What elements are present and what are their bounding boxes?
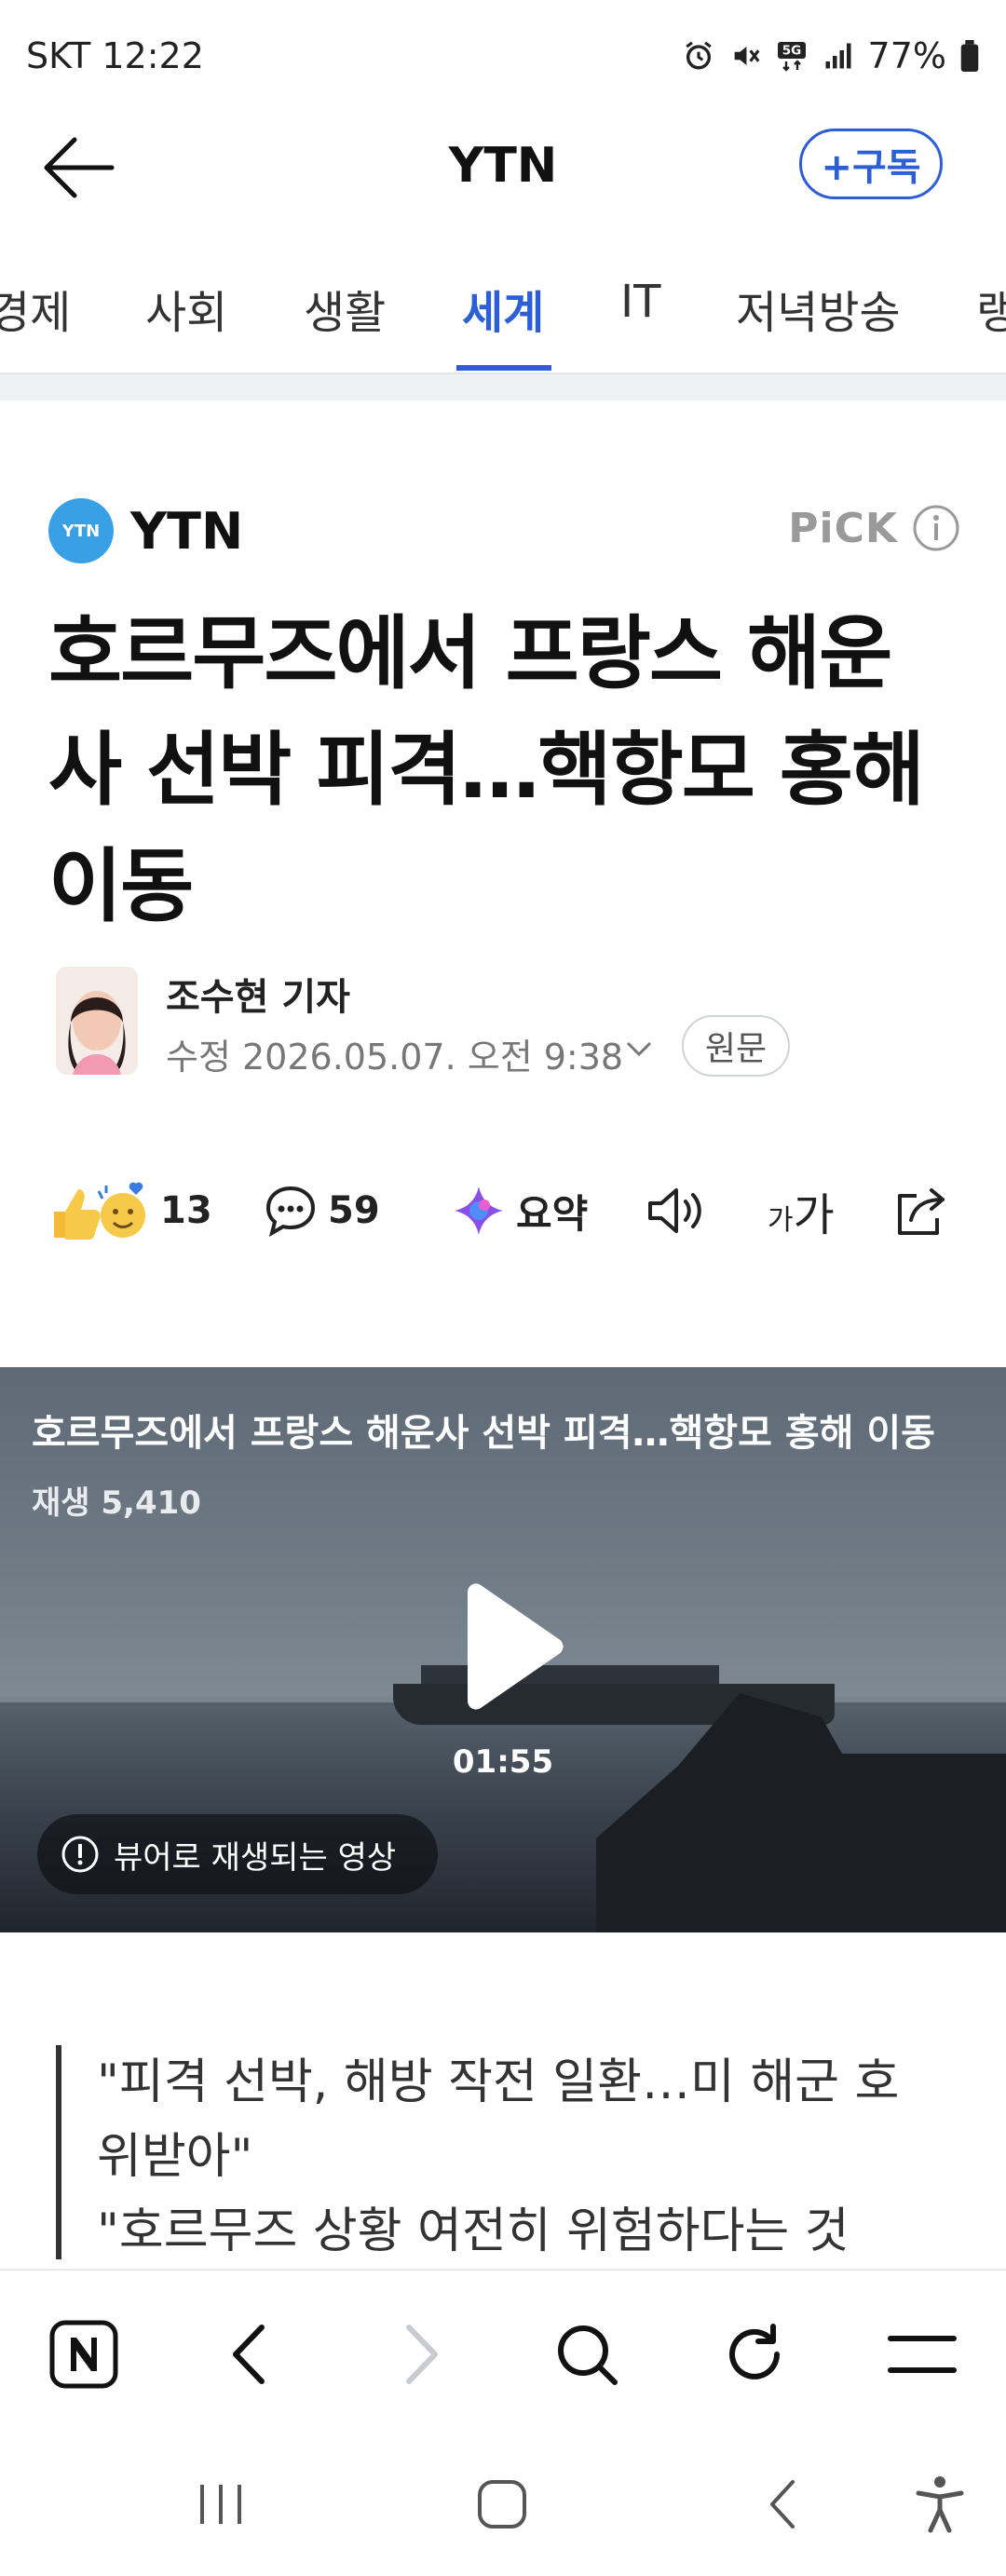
battery-icon <box>959 39 980 73</box>
system-back-icon <box>770 2480 795 2529</box>
comment-button[interactable]: 59 <box>263 1173 380 1248</box>
section-divider <box>0 373 1006 400</box>
summary-button[interactable]: 요약 <box>451 1173 588 1248</box>
tab-it[interactable]: IT <box>620 276 660 328</box>
viewer-notice-text: 뷰어로 재생되는 영상 <box>114 1838 397 1877</box>
subscribe-button[interactable]: +구독 <box>799 129 943 199</box>
refresh-button[interactable] <box>717 2317 792 2392</box>
browser-back-button[interactable] <box>212 2317 287 2392</box>
forward-icon <box>406 2325 438 2384</box>
status-bar: SKT 12:22 5G 77% <box>0 0 1006 112</box>
origin-article-button[interactable]: 원문 <box>682 1015 790 1077</box>
recent-apps-button[interactable] <box>188 2472 253 2537</box>
headline-line: 이동 <box>48 840 194 933</box>
home-button[interactable] <box>469 2472 535 2537</box>
article-headline: 호르무즈에서 프랑스 해운 사 선박 피격…핵항모 홍해 이동 <box>48 596 961 945</box>
tab-evening-broadcast[interactable]: 저녁방송 <box>736 276 901 341</box>
tab-world[interactable]: 세계 <box>462 276 544 341</box>
browser-toolbar <box>0 2269 1006 2427</box>
tab-society[interactable]: 사회 <box>145 276 227 341</box>
author-row: 조수현 기자 수정 2026.05.07. 오전 9:38 원문 <box>56 957 969 1097</box>
svg-text:5G: 5G <box>782 44 800 59</box>
quote-line: "피격 선박, 해방 작전 일환…미 해군 호 <box>97 2054 900 2110</box>
reaction-count: 13 <box>160 1189 212 1232</box>
menu-button[interactable] <box>885 2317 959 2392</box>
back-icon <box>233 2325 265 2384</box>
accessibility-button[interactable] <box>907 2472 972 2537</box>
reaction-emoji-icon <box>54 1182 145 1240</box>
recent-apps-icon <box>200 2485 241 2524</box>
app-header: YTN +구독 <box>0 112 1006 224</box>
pick-badge: PiCK <box>788 505 898 552</box>
system-nav-bar <box>0 2427 1006 2576</box>
home-icon <box>478 2480 526 2529</box>
press-name[interactable]: YTN <box>130 502 243 561</box>
headline-line: 호르무즈에서 프랑스 해운 <box>48 607 892 700</box>
comment-icon <box>265 1186 316 1238</box>
viewer-notice[interactable]: 뷰어로 재생되는 영상 <box>37 1814 438 1894</box>
system-back-button[interactable] <box>751 2472 816 2537</box>
naver-home-button[interactable] <box>47 2317 121 2392</box>
summary-sparkle-icon <box>455 1186 503 1235</box>
avatar[interactable] <box>56 967 138 1075</box>
quote-line: 위받아" <box>97 2129 253 2185</box>
active-tab-indicator <box>456 365 551 371</box>
video-title: 호르무즈에서 프랑스 해운사 선박 피격…핵항모 홍해 이동 <box>32 1412 935 1455</box>
mute-icon <box>728 39 762 73</box>
reaction-button[interactable]: 13 <box>48 1173 212 1248</box>
alarm-icon <box>682 39 715 73</box>
speaker-icon <box>648 1188 701 1233</box>
chevron-down-icon[interactable] <box>622 1032 656 1065</box>
alert-circle-icon <box>61 1836 99 1873</box>
play-icon[interactable] <box>453 1583 568 1710</box>
browser-forward-button[interactable] <box>384 2317 458 2392</box>
menu-icon <box>888 2336 957 2373</box>
refresh-icon <box>729 2324 780 2379</box>
category-tabs: 경제 사회 생활 세계 IT 저녁방송 랭 <box>0 250 1006 376</box>
video-duration: 01:55 <box>452 1743 554 1781</box>
tab-ranking[interactable]: 랭 <box>976 276 1006 341</box>
font-size-small-label: 가 <box>768 1204 794 1237</box>
press-logo[interactable]: YTN <box>48 498 114 563</box>
font-size-large-label: 가 <box>793 1189 835 1241</box>
signal-icon <box>822 39 855 73</box>
share-button[interactable] <box>890 1173 952 1248</box>
quote-line: "호르무즈 상황 여전히 위험하다는 것 <box>97 2203 850 2259</box>
article-actions: 13 59 요약 가 가 <box>48 1173 961 1248</box>
naver-icon <box>49 2320 118 2389</box>
search-button[interactable] <box>550 2317 624 2392</box>
author-name[interactable]: 조수현 기자 <box>166 967 350 1021</box>
tab-life[interactable]: 생활 <box>304 276 386 341</box>
press-row: YTN YTN PiCK <box>48 494 961 568</box>
tab-economy[interactable]: 경제 <box>0 276 71 341</box>
comment-count: 59 <box>328 1189 380 1232</box>
5g-icon: 5G <box>775 39 809 73</box>
carrier-time: SKT 12:22 <box>26 35 204 76</box>
accessibility-icon <box>916 2476 964 2533</box>
article-subheading-quote: "피격 선박, 해방 작전 일환…미 해군 호 위받아" "호르무즈 상황 여전… <box>56 2045 959 2259</box>
read-aloud-button[interactable] <box>645 1173 710 1248</box>
battery-text: 77% <box>867 35 946 76</box>
video-player[interactable]: 호르무즈에서 프랑스 해운사 선박 피격…핵항모 홍해 이동 재생 5,410 … <box>0 1367 1006 1932</box>
info-icon[interactable] <box>911 503 961 553</box>
headline-line: 사 선박 피격…핵항모 홍해 <box>48 724 925 817</box>
article-date: 수정 2026.05.07. 오전 9:38 <box>166 1037 624 1078</box>
share-icon <box>898 1188 945 1235</box>
font-size-button[interactable]: 가 가 <box>768 1173 835 1248</box>
search-icon <box>558 2325 618 2385</box>
summary-label: 요약 <box>516 1190 589 1237</box>
video-views: 재생 5,410 <box>32 1485 201 1522</box>
